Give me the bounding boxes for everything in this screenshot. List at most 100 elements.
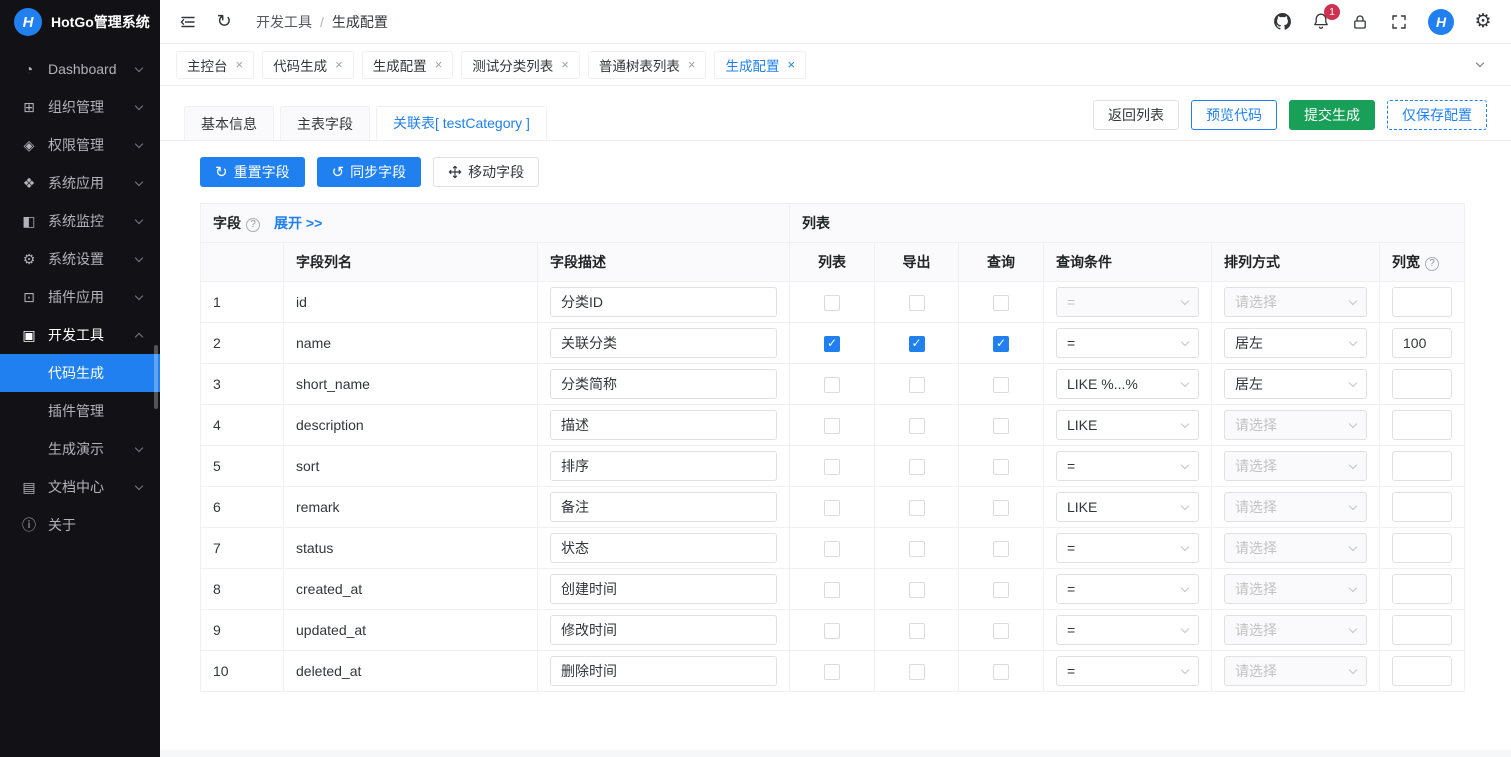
query-condition-select[interactable]: = bbox=[1056, 615, 1199, 645]
user-avatar[interactable]: H bbox=[1428, 9, 1454, 35]
move-fields-button[interactable]: 移动字段 bbox=[433, 157, 539, 187]
list-checkbox[interactable] bbox=[824, 541, 840, 557]
sidebar-subitem[interactable]: 生成演示 bbox=[0, 430, 160, 468]
query-checkbox[interactable] bbox=[993, 295, 1009, 311]
query-checkbox[interactable] bbox=[993, 377, 1009, 393]
list-checkbox[interactable] bbox=[824, 500, 840, 516]
sidebar-subitem[interactable]: 代码生成 bbox=[0, 354, 160, 392]
query-checkbox[interactable] bbox=[993, 582, 1009, 598]
export-checkbox[interactable] bbox=[909, 459, 925, 475]
query-condition-select[interactable]: LIKE %...% bbox=[1056, 369, 1199, 399]
gear-icon[interactable] bbox=[1473, 12, 1493, 32]
sidebar-item[interactable]: ⊡插件应用 bbox=[0, 278, 160, 316]
sidebar-item[interactable]: ◈权限管理 bbox=[0, 126, 160, 164]
open-tab[interactable]: 生成配置 bbox=[362, 51, 454, 79]
column-width-input[interactable] bbox=[1392, 369, 1452, 399]
field-desc-input[interactable] bbox=[550, 492, 777, 522]
column-width-input[interactable] bbox=[1392, 287, 1452, 317]
field-desc-input[interactable] bbox=[550, 656, 777, 686]
sidebar-subitem[interactable]: 插件管理 bbox=[0, 392, 160, 430]
breadcrumb-item-current[interactable]: 生成配置 bbox=[332, 12, 388, 32]
query-checkbox[interactable] bbox=[993, 500, 1009, 516]
close-icon[interactable] bbox=[236, 58, 244, 71]
sidebar-item[interactable]: ◔Dashboard bbox=[0, 50, 160, 88]
open-tab[interactable]: 代码生成 bbox=[262, 51, 354, 79]
query-checkbox[interactable] bbox=[993, 336, 1009, 352]
close-icon[interactable] bbox=[787, 58, 795, 71]
close-icon[interactable] bbox=[335, 58, 343, 71]
fullscreen-icon[interactable] bbox=[1389, 12, 1409, 32]
column-width-input[interactable] bbox=[1392, 410, 1452, 440]
github-icon[interactable] bbox=[1272, 12, 1292, 32]
field-desc-input[interactable] bbox=[550, 287, 777, 317]
query-condition-select[interactable]: = bbox=[1056, 533, 1199, 563]
query-condition-select[interactable]: LIKE bbox=[1056, 410, 1199, 440]
list-checkbox[interactable] bbox=[824, 418, 840, 434]
sidebar-item[interactable]: ⓘ关于 bbox=[0, 506, 160, 544]
sync-fields-button[interactable]: 同步字段 bbox=[317, 157, 422, 187]
field-desc-input[interactable] bbox=[550, 574, 777, 604]
export-checkbox[interactable] bbox=[909, 377, 925, 393]
reset-fields-button[interactable]: 重置字段 bbox=[200, 157, 305, 187]
open-tab[interactable]: 测试分类列表 bbox=[461, 51, 580, 79]
column-width-input[interactable] bbox=[1392, 451, 1452, 481]
open-tab[interactable]: 普通树表列表 bbox=[588, 51, 707, 79]
query-checkbox[interactable] bbox=[993, 418, 1009, 434]
query-condition-select[interactable]: = bbox=[1056, 328, 1199, 358]
sidebar-item[interactable]: ◧系统监控 bbox=[0, 202, 160, 240]
list-checkbox[interactable] bbox=[824, 377, 840, 393]
list-checkbox[interactable] bbox=[824, 582, 840, 598]
sidebar-item[interactable]: ▤文档中心 bbox=[0, 468, 160, 506]
list-checkbox[interactable] bbox=[824, 664, 840, 680]
export-checkbox[interactable] bbox=[909, 500, 925, 516]
open-tab[interactable]: 主控台 bbox=[176, 51, 254, 79]
export-checkbox[interactable] bbox=[909, 418, 925, 434]
field-desc-input[interactable] bbox=[550, 410, 777, 440]
list-checkbox[interactable] bbox=[824, 336, 840, 352]
field-desc-input[interactable] bbox=[550, 451, 777, 481]
sidebar-scrollbar[interactable] bbox=[154, 345, 158, 409]
preview-code-button[interactable]: 预览代码 bbox=[1191, 100, 1277, 130]
field-desc-input[interactable] bbox=[550, 369, 777, 399]
export-checkbox[interactable] bbox=[909, 623, 925, 639]
back-to-list-button[interactable]: 返回列表 bbox=[1093, 100, 1179, 130]
export-checkbox[interactable] bbox=[909, 336, 925, 352]
align-select[interactable]: 居左 bbox=[1224, 328, 1367, 358]
query-checkbox[interactable] bbox=[993, 623, 1009, 639]
list-checkbox[interactable] bbox=[824, 295, 840, 311]
sidebar-item[interactable]: ⊞组织管理 bbox=[0, 88, 160, 126]
lock-icon[interactable] bbox=[1350, 12, 1370, 32]
field-desc-input[interactable] bbox=[550, 615, 777, 645]
export-checkbox[interactable] bbox=[909, 664, 925, 680]
close-icon[interactable] bbox=[561, 58, 569, 71]
query-checkbox[interactable] bbox=[993, 541, 1009, 557]
tabs-dropdown-button[interactable] bbox=[1465, 63, 1495, 66]
breadcrumb-item-parent[interactable]: 开发工具 bbox=[256, 12, 312, 32]
help-icon[interactable] bbox=[1425, 257, 1439, 271]
export-checkbox[interactable] bbox=[909, 582, 925, 598]
query-condition-select[interactable]: LIKE bbox=[1056, 492, 1199, 522]
close-icon[interactable] bbox=[435, 58, 443, 71]
export-checkbox[interactable] bbox=[909, 541, 925, 557]
sidebar-item[interactable]: ❖系统应用 bbox=[0, 164, 160, 202]
field-desc-input[interactable] bbox=[550, 533, 777, 563]
list-checkbox[interactable] bbox=[824, 459, 840, 475]
refresh-icon[interactable] bbox=[214, 12, 234, 32]
column-width-input[interactable] bbox=[1392, 574, 1452, 604]
save-config-only-button[interactable]: 仅保存配置 bbox=[1387, 100, 1487, 130]
column-width-input[interactable] bbox=[1392, 656, 1452, 686]
column-width-input[interactable] bbox=[1392, 328, 1452, 358]
column-width-input[interactable] bbox=[1392, 492, 1452, 522]
column-width-input[interactable] bbox=[1392, 533, 1452, 563]
query-condition-select[interactable]: = bbox=[1056, 451, 1199, 481]
sidebar-item[interactable]: ⚙系统设置 bbox=[0, 240, 160, 278]
close-icon[interactable] bbox=[688, 58, 696, 71]
column-width-input[interactable] bbox=[1392, 615, 1452, 645]
page-tab[interactable]: 主表字段 bbox=[280, 106, 370, 140]
submit-generate-button[interactable]: 提交生成 bbox=[1289, 100, 1375, 130]
open-tab[interactable]: 生成配置 bbox=[714, 51, 806, 79]
field-desc-input[interactable] bbox=[550, 328, 777, 358]
app-logo[interactable]: H HotGo管理系统 bbox=[0, 0, 160, 44]
align-select[interactable]: 居左 bbox=[1224, 369, 1367, 399]
query-checkbox[interactable] bbox=[993, 459, 1009, 475]
